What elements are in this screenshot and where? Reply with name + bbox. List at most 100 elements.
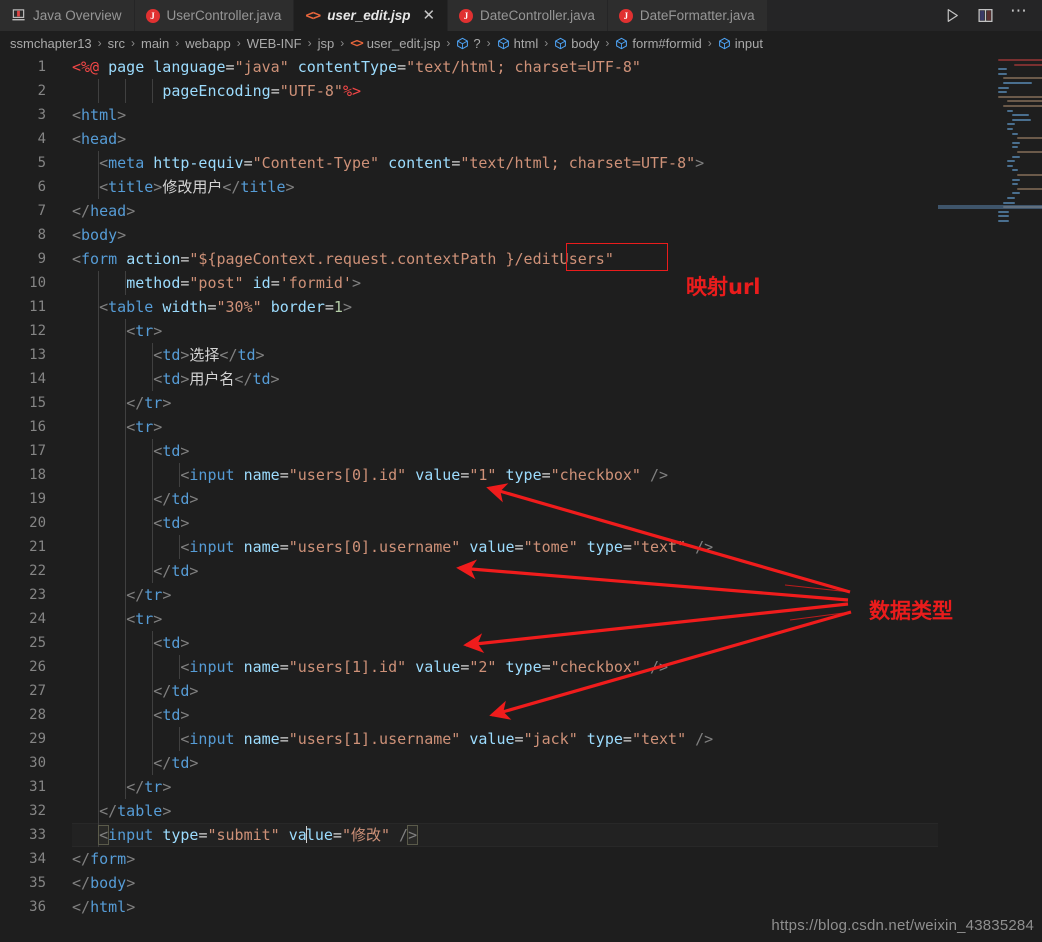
code-line-text: <td>用户名</td> [153, 370, 280, 388]
code-lines[interactable]: 1 <%@ page language="java" contentType="t… [0, 55, 1042, 919]
breadcrumb-label: jsp [317, 35, 335, 51]
code-line-text: </tr> [126, 778, 172, 796]
code-line-text: </tr> [126, 586, 172, 604]
code-line-text: </form> [72, 850, 136, 868]
breadcrumb-item-src[interactable]: src [108, 36, 125, 51]
minimap-line [998, 210, 1009, 213]
code-line[interactable]: 22 </td> [0, 559, 1042, 583]
line-number: 6 [37, 179, 46, 195]
tab-label: user_edit.jsp [327, 8, 411, 23]
breadcrumb-item-ssmchapter13[interactable]: ssmchapter13 [10, 36, 92, 51]
code-line[interactable]: 14 <td>用户名</td> [0, 367, 1042, 391]
code-line[interactable]: 24 <tr> [0, 607, 1042, 631]
tab-user-edit-jsp[interactable]: <> user_edit.jsp ✕ [294, 0, 449, 31]
breadcrumb-item-user-edit-jsp[interactable]: <> user_edit.jsp [350, 36, 440, 51]
code-line[interactable]: 17 <td> [0, 439, 1042, 463]
code-line[interactable]: 23 </tr> [0, 583, 1042, 607]
code-line[interactable]: 30 </td> [0, 751, 1042, 775]
minimap[interactable] [938, 55, 1042, 942]
code-line[interactable]: 35 </body> [0, 871, 1042, 895]
breadcrumb-item-html[interactable]: html [497, 36, 538, 51]
code-line[interactable]: 26 <input name="users[1].id" value="2" t… [0, 655, 1042, 679]
java-file-icon: J [618, 8, 633, 23]
code-line[interactable]: 6 <title>修改用户</title> [0, 175, 1042, 199]
code-line[interactable]: 28 <td> [0, 703, 1042, 727]
line-number: 10 [29, 275, 46, 291]
line-number: 29 [29, 731, 46, 747]
code-line[interactable]: 32 </table> [0, 799, 1042, 823]
code-line[interactable]: 25 <td> [0, 631, 1042, 655]
breadcrumb-item-body[interactable]: body [554, 36, 599, 51]
run-icon[interactable] [944, 7, 961, 24]
code-line[interactable]: 20 <td> [0, 511, 1042, 535]
breadcrumb-item-input[interactable]: input [718, 36, 763, 51]
code-line[interactable]: 1 <%@ page language="java" contentType="t… [0, 55, 1042, 79]
tab-dateformatter-java[interactable]: J DateFormatter.java [607, 0, 768, 31]
breadcrumb-item-question[interactable]: ? [456, 35, 481, 51]
breadcrumb-separator: › [340, 36, 345, 50]
breadcrumb-item-web-inf[interactable]: WEB-INF [247, 36, 302, 51]
minimap-line [1011, 178, 1020, 181]
minimap-line [1011, 169, 1019, 172]
code-line[interactable]: 11 <table width="30%" border=1> [0, 295, 1042, 319]
tab-datecontroller-java[interactable]: J DateController.java [448, 0, 608, 31]
code-line[interactable]: 9 <form action="${pageContext.request.con… [0, 247, 1042, 271]
breadcrumb-label: ? [473, 35, 481, 51]
breadcrumb-item-webapp[interactable]: webapp [185, 36, 231, 51]
more-actions-icon[interactable]: ⋯ [1010, 3, 1028, 20]
code-line-text: <input name="users[1].username" value="j… [180, 730, 714, 748]
code-line[interactable]: 18 <input name="users[0].id" value="1" t… [0, 463, 1042, 487]
code-line[interactable]: 13 <td>选择</td> [0, 343, 1042, 367]
code-line[interactable]: 21 <input name="users[0].username" value… [0, 535, 1042, 559]
self-close-punc: / [399, 826, 409, 844]
tab-java-overview[interactable]: Java Overview [0, 0, 135, 31]
code-line[interactable]: 12 <tr> [0, 319, 1042, 343]
code-line[interactable]: 36 </html> [0, 895, 1042, 919]
code-line-text: <head> [72, 130, 127, 148]
minimap-line [1011, 146, 1019, 149]
breadcrumb-label: ssmchapter13 [10, 35, 92, 51]
code-editor[interactable]: 1 <%@ page language="java" contentType="t… [0, 55, 1042, 942]
line-number: 17 [29, 443, 46, 459]
minimap-line [1016, 174, 1042, 176]
line-number: 14 [29, 371, 46, 387]
breadcrumb-separator: › [446, 36, 451, 50]
code-line[interactable]: 5 <meta http-equiv="Content-Type" conten… [0, 151, 1042, 175]
jsp-file-icon: <> [305, 7, 321, 24]
java-file-icon: J [145, 8, 160, 23]
split-editor-icon[interactable] [977, 7, 994, 24]
line-number: 18 [29, 467, 46, 483]
code-line-text: <title>修改用户</title> [99, 178, 295, 196]
code-line[interactable]: 29 <input name="users[1].username" value… [0, 727, 1042, 751]
breadcrumb-item-jsp[interactable]: jsp [318, 36, 335, 51]
code-line[interactable]: 15 </tr> [0, 391, 1042, 415]
minimap-line [1011, 132, 1019, 135]
code-line[interactable]: 2 pageEncoding="UTF-8"%> [0, 79, 1042, 103]
code-line[interactable]: 19 </td> [0, 487, 1042, 511]
code-line[interactable]: 27 </td> [0, 679, 1042, 703]
line-number: 1 [37, 59, 46, 75]
breadcrumb-item-main[interactable]: main [141, 36, 169, 51]
code-line[interactable]: 10 method="post" id='formid'> [0, 271, 1042, 295]
tab-usercontroller-java[interactable]: J UserController.java [134, 0, 295, 31]
line-number: 32 [29, 803, 46, 819]
close-icon[interactable]: ✕ [422, 8, 435, 23]
code-line-text: <input name="users[0].id" value="1" type… [180, 466, 669, 484]
code-line[interactable]: 4 <head> [0, 127, 1042, 151]
code-line[interactable]: 3 <html> [0, 103, 1042, 127]
code-line-text: <form action="${pageContext.request.cont… [72, 250, 614, 268]
minimap-line [1007, 128, 1014, 130]
code-line[interactable]: 7 </head> [0, 199, 1042, 223]
code-line[interactable]: 31 </tr> [0, 775, 1042, 799]
code-line[interactable]: 8 <body> [0, 223, 1042, 247]
code-line-text: <meta http-equiv="Content-Type" content=… [99, 154, 705, 172]
minimap-line [1002, 105, 1042, 107]
tab-label: DateController.java [480, 8, 595, 23]
code-line[interactable]: 33 <input type="submit" value="修改" /> [0, 823, 1042, 847]
line-number: 2 [37, 83, 46, 99]
code-line-text: <body> [72, 226, 127, 244]
breadcrumb-item-form-formid[interactable]: form#formid [615, 36, 702, 51]
code-line[interactable]: 16 <tr> [0, 415, 1042, 439]
code-line-text: </td> [153, 754, 199, 772]
code-line[interactable]: 34 </form> [0, 847, 1042, 871]
